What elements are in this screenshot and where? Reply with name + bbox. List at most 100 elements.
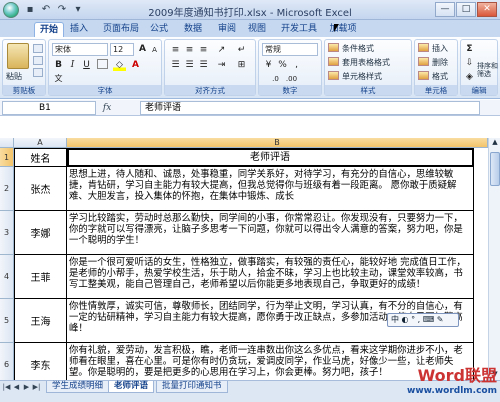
close-button[interactable]: ✕ [477, 2, 497, 17]
align-middle-icon[interactable]: ≡ [183, 44, 196, 56]
cell-student-name[interactable]: 李娜 [14, 211, 67, 255]
align-left-icon[interactable]: ☰ [169, 59, 182, 71]
ime-toolbar[interactable]: 中 ◐ ° , ⌨ ✎ [387, 313, 459, 327]
row-header[interactable]: 5 [0, 299, 14, 343]
italic-button[interactable]: I [66, 59, 79, 71]
watermark-logo: Word联盟 www.wordlm.com [407, 362, 497, 396]
row-header[interactable]: 4 [0, 255, 14, 299]
clear-icon[interactable]: ◈ [463, 71, 476, 83]
cut-icon[interactable] [33, 44, 43, 53]
format-as-table-button[interactable]: 套用表格格式 [328, 56, 390, 69]
number-format-select[interactable]: 常规 [262, 43, 318, 56]
percent-button[interactable]: % [276, 59, 289, 71]
tab-formulas[interactable]: 公式 [146, 22, 172, 37]
row-header[interactable]: 1 [0, 148, 14, 167]
maximize-button[interactable]: □ [456, 2, 476, 17]
row-header[interactable]: 3 [0, 211, 14, 255]
cell-comment[interactable]: 思想上进，待人随和、诚恳，处事稳重，同学关系好，对待学习，有充分的自信心，思维较… [67, 167, 474, 211]
insert-cells-label: 插入 [432, 44, 448, 53]
currency-icon[interactable]: ¥ [262, 59, 275, 71]
copy-icon[interactable] [33, 56, 43, 65]
align-right-icon[interactable]: ☰ [197, 59, 210, 71]
scroll-thumb[interactable] [490, 152, 500, 186]
tab-home[interactable]: 开始 [34, 22, 64, 37]
row-header[interactable]: 6 [0, 343, 14, 380]
cell-student-name[interactable]: 王海 [14, 299, 67, 343]
bold-button[interactable]: B [52, 59, 65, 71]
column-header-a[interactable]: A [14, 138, 67, 148]
cell-student-name[interactable]: 王菲 [14, 255, 67, 299]
format-cells-button[interactable]: 格式 [418, 70, 448, 83]
font-name-select[interactable]: 宋体 [52, 43, 108, 56]
name-box[interactable]: B1 [2, 101, 96, 115]
borders-icon[interactable] [97, 59, 108, 69]
conditional-format-button[interactable]: 条件格式 [328, 42, 374, 55]
number-group-label: 数字 [259, 85, 321, 95]
underline-button[interactable]: U [80, 59, 93, 71]
comma-button[interactable]: , [290, 59, 303, 71]
cell-comment[interactable]: 学习比较踏实，劳动时总那么勤快，同学间的小事，你常常忍让。你发现没有，只要努力一… [67, 211, 474, 255]
title-bar: ▪ ↶ ↷ ▾ 2009年度通知书打印.xlsx - Microsoft Exc… [0, 0, 500, 20]
cell-styles-button[interactable]: 单元格样式 [328, 70, 382, 83]
shrink-font-button[interactable]: A [148, 44, 161, 56]
increase-decimal-icon[interactable]: .0 [269, 73, 282, 85]
indent-icon[interactable]: ⇥ [215, 59, 228, 71]
next-sheet-icon[interactable]: ▶ [22, 383, 31, 391]
fill-icon[interactable]: ⇩ [463, 57, 476, 69]
format-cells-label: 格式 [432, 72, 448, 81]
tab-data[interactable]: 数据 [180, 22, 206, 37]
minimize-button[interactable]: — [435, 2, 455, 17]
clipboard-group-label: 剪贴板 [3, 85, 45, 95]
insert-function-icon[interactable]: fx [100, 101, 140, 115]
formula-input[interactable]: 老师评语 [140, 101, 480, 115]
format-cells-icon [418, 71, 429, 80]
worksheet-grid[interactable]: 1 姓名 老师评语 2 张杰 思想上进，待人随和、诚恳，处事稳重，同学关系好，对… [0, 148, 488, 380]
cell-name-header[interactable]: 姓名 [14, 148, 67, 167]
scroll-up-icon[interactable]: ▲ [489, 138, 500, 148]
merge-center-icon[interactable]: ⊞ [235, 59, 248, 71]
tab-review[interactable]: 审阅 [214, 22, 240, 37]
format-painter-icon[interactable] [33, 68, 43, 77]
autosum-button[interactable]: Σ [463, 43, 476, 55]
paste-button-label[interactable]: 粘贴 [6, 71, 22, 82]
align-top-icon[interactable]: ≡ [169, 44, 182, 56]
column-header-b[interactable]: B [67, 138, 488, 148]
align-center-icon[interactable]: ☰ [183, 59, 196, 71]
delete-cells-button[interactable]: 删除 [418, 56, 448, 69]
fill-color-icon[interactable]: ◇ [113, 59, 126, 71]
styles-group-label: 样式 [325, 85, 411, 95]
wrap-text-icon[interactable]: ↵ [235, 44, 248, 56]
sheet-tab-scores[interactable]: 学生成绩明细 [46, 381, 110, 393]
font-size-select[interactable]: 12 [110, 43, 134, 56]
sheet-tab-comments[interactable]: 老师评语 [108, 381, 155, 393]
prev-sheet-icon[interactable]: ◀ [12, 383, 21, 391]
editing-group-label: 编辑 [461, 85, 497, 95]
last-sheet-icon[interactable]: ▶| [32, 383, 41, 391]
insert-cells-button[interactable]: 插入 [418, 42, 448, 55]
sort-filter-button[interactable]: 排序和筛选 [477, 62, 499, 78]
first-sheet-icon[interactable]: |◀ [2, 383, 11, 391]
font-color-icon[interactable]: A [129, 59, 142, 71]
phonetic-icon[interactable]: 文 [52, 73, 65, 85]
select-all-corner[interactable] [0, 138, 14, 148]
tab-page-layout[interactable]: 页面布局 [98, 22, 144, 37]
tab-developer[interactable]: 开发工具 [276, 22, 322, 37]
tab-view[interactable]: 视图 [244, 22, 270, 37]
delete-cells-label: 删除 [432, 58, 448, 67]
tab-add-ins[interactable]: 加载项 [326, 22, 360, 37]
paste-icon[interactable] [7, 43, 29, 69]
conditional-format-label: 条件格式 [342, 44, 374, 53]
sheet-tab-batch-print[interactable]: 批量打印通知书 [156, 381, 228, 393]
tab-insert[interactable]: 插入 [66, 22, 92, 37]
cell-student-name[interactable]: 张杰 [14, 167, 67, 211]
align-bottom-icon[interactable]: ≡ [197, 44, 210, 56]
cell-comment-header[interactable]: 老师评语 [67, 148, 474, 167]
cell-student-name[interactable]: 李东 [14, 343, 67, 380]
row-header[interactable]: 2 [0, 167, 14, 211]
orientation-icon[interactable]: ↗ [215, 44, 228, 56]
vertical-scrollbar[interactable]: ▲ ▼ [488, 138, 500, 380]
decrease-decimal-icon[interactable]: .00 [285, 73, 298, 85]
conditional-format-icon [328, 43, 339, 52]
sheet-nav-buttons: |◀ ◀ ▶ ▶| [2, 383, 41, 391]
cell-comment[interactable]: 你是一个很可爱听话的女生，性格独立，做事踏实，有较强的责任心，能较好地 完成值日… [67, 255, 474, 299]
